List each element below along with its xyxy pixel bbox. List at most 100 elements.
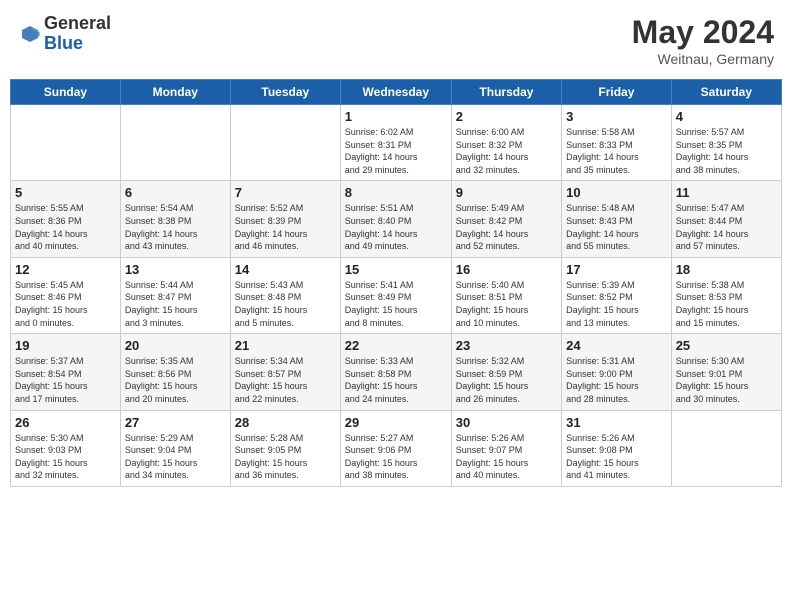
day-info: Sunrise: 5:28 AM Sunset: 9:05 PM Dayligh… <box>235 432 336 482</box>
calendar-cell: 6 Sunrise: 5:54 AM Sunset: 8:38 PM Daylig… <box>120 181 230 257</box>
calendar-cell: 13 Sunrise: 5:44 AM Sunset: 8:47 PM Dayli… <box>120 257 230 333</box>
calendar-cell: 27Sunrise: 5:29 AM Sunset: 9:04 PM Dayli… <box>120 410 230 486</box>
calendar-cell: 1 Sunrise: 6:02 AM Sunset: 8:31 PM Daylig… <box>340 105 451 181</box>
calendar-cell: 31Sunrise: 5:26 AM Sunset: 9:08 PM Dayli… <box>562 410 672 486</box>
calendar-week-5: 26 Sunrise: 5:30 AM Sunset: 9:03 PM Dayli… <box>11 410 782 486</box>
day-info: Sunrise: 5:43 AM Sunset: 8:48 PM Dayligh… <box>235 279 336 329</box>
day-info: Sunrise: 5:34 AM Sunset: 8:57 PM Dayligh… <box>235 355 336 405</box>
day-info: Sunrise: 5:57 AM Sunset: 8:35 PM Dayligh… <box>676 126 777 176</box>
calendar-cell: 15Sunrise: 5:41 AM Sunset: 8:49 PM Dayli… <box>340 257 451 333</box>
day-number: 3 <box>566 109 667 124</box>
day-info: Sunrise: 5:37 AM Sunset: 8:54 PM Dayligh… <box>15 355 116 405</box>
day-info: Sunrise: 5:30 AM Sunset: 9:03 PM Dayligh… <box>15 432 116 482</box>
weekday-header-row: SundayMondayTuesdayWednesdayThursdayFrid… <box>11 80 782 105</box>
calendar-cell: 24Sunrise: 5:31 AM Sunset: 9:00 PM Dayli… <box>562 334 672 410</box>
day-number: 14 <box>235 262 336 277</box>
calendar-title: May 2024 <box>632 14 774 51</box>
day-number: 31 <box>566 415 667 430</box>
day-info: Sunrise: 5:26 AM Sunset: 9:07 PM Dayligh… <box>456 432 557 482</box>
day-info: Sunrise: 5:44 AM Sunset: 8:47 PM Dayligh… <box>125 279 226 329</box>
calendar-cell: 17 Sunrise: 5:39 AM Sunset: 8:52 PM Dayli… <box>562 257 672 333</box>
calendar-week-2: 5 Sunrise: 5:55 AM Sunset: 8:36 PM Daylig… <box>11 181 782 257</box>
calendar-cell: 4 Sunrise: 5:57 AM Sunset: 8:35 PM Daylig… <box>671 105 781 181</box>
weekday-header-saturday: Saturday <box>671 80 781 105</box>
day-number: 25 <box>676 338 777 353</box>
day-info: Sunrise: 5:47 AM Sunset: 8:44 PM Dayligh… <box>676 202 777 252</box>
weekday-header-monday: Monday <box>120 80 230 105</box>
day-number: 1 <box>345 109 447 124</box>
calendar-cell: 21 Sunrise: 5:34 AM Sunset: 8:57 PM Dayli… <box>230 334 340 410</box>
day-number: 10 <box>566 185 667 200</box>
calendar-week-1: 1 Sunrise: 6:02 AM Sunset: 8:31 PM Daylig… <box>11 105 782 181</box>
day-info: Sunrise: 5:35 AM Sunset: 8:56 PM Dayligh… <box>125 355 226 405</box>
day-info: Sunrise: 5:29 AM Sunset: 9:04 PM Dayligh… <box>125 432 226 482</box>
calendar-cell: 30 Sunrise: 5:26 AM Sunset: 9:07 PM Dayli… <box>451 410 561 486</box>
calendar-cell: 7 Sunrise: 5:52 AM Sunset: 8:39 PM Daylig… <box>230 181 340 257</box>
day-number: 17 <box>566 262 667 277</box>
calendar-cell: 11 Sunrise: 5:47 AM Sunset: 8:44 PM Dayli… <box>671 181 781 257</box>
calendar-cell <box>11 105 121 181</box>
calendar-cell: 8 Sunrise: 5:51 AM Sunset: 8:40 PM Daylig… <box>340 181 451 257</box>
day-number: 4 <box>676 109 777 124</box>
day-info: Sunrise: 6:02 AM Sunset: 8:31 PM Dayligh… <box>345 126 447 176</box>
weekday-header-tuesday: Tuesday <box>230 80 340 105</box>
day-info: Sunrise: 5:41 AM Sunset: 8:49 PM Dayligh… <box>345 279 447 329</box>
day-info: Sunrise: 6:00 AM Sunset: 8:32 PM Dayligh… <box>456 126 557 176</box>
day-number: 23 <box>456 338 557 353</box>
calendar-cell: 3 Sunrise: 5:58 AM Sunset: 8:33 PM Daylig… <box>562 105 672 181</box>
day-number: 20 <box>125 338 226 353</box>
calendar-cell: 26 Sunrise: 5:30 AM Sunset: 9:03 PM Dayli… <box>11 410 121 486</box>
day-number: 19 <box>15 338 116 353</box>
day-number: 29 <box>345 415 447 430</box>
day-number: 11 <box>676 185 777 200</box>
page-header: General Blue May 2024 Weitnau, Germany <box>10 10 782 71</box>
day-number: 18 <box>676 262 777 277</box>
calendar-cell: 14 Sunrise: 5:43 AM Sunset: 8:48 PM Dayli… <box>230 257 340 333</box>
day-number: 13 <box>125 262 226 277</box>
day-number: 7 <box>235 185 336 200</box>
day-number: 2 <box>456 109 557 124</box>
day-info: Sunrise: 5:58 AM Sunset: 8:33 PM Dayligh… <box>566 126 667 176</box>
calendar-cell: 22 Sunrise: 5:33 AM Sunset: 8:58 PM Dayli… <box>340 334 451 410</box>
day-number: 21 <box>235 338 336 353</box>
day-number: 22 <box>345 338 447 353</box>
calendar-cell: 10 Sunrise: 5:48 AM Sunset: 8:43 PM Dayli… <box>562 181 672 257</box>
day-number: 6 <box>125 185 226 200</box>
calendar-cell: 25Sunrise: 5:30 AM Sunset: 9:01 PM Dayli… <box>671 334 781 410</box>
title-block: May 2024 Weitnau, Germany <box>632 14 774 67</box>
day-info: Sunrise: 5:52 AM Sunset: 8:39 PM Dayligh… <box>235 202 336 252</box>
day-info: Sunrise: 5:45 AM Sunset: 8:46 PM Dayligh… <box>15 279 116 329</box>
day-info: Sunrise: 5:33 AM Sunset: 8:58 PM Dayligh… <box>345 355 447 405</box>
calendar-cell: 23 Sunrise: 5:32 AM Sunset: 8:59 PM Dayli… <box>451 334 561 410</box>
weekday-header-sunday: Sunday <box>11 80 121 105</box>
day-number: 26 <box>15 415 116 430</box>
day-info: Sunrise: 5:55 AM Sunset: 8:36 PM Dayligh… <box>15 202 116 252</box>
calendar-cell <box>230 105 340 181</box>
day-number: 12 <box>15 262 116 277</box>
day-info: Sunrise: 5:49 AM Sunset: 8:42 PM Dayligh… <box>456 202 557 252</box>
calendar-cell: 16Sunrise: 5:40 AM Sunset: 8:51 PM Dayli… <box>451 257 561 333</box>
weekday-header-friday: Friday <box>562 80 672 105</box>
calendar-cell: 28 Sunrise: 5:28 AM Sunset: 9:05 PM Dayli… <box>230 410 340 486</box>
calendar-cell: 20 Sunrise: 5:35 AM Sunset: 8:56 PM Dayli… <box>120 334 230 410</box>
day-number: 28 <box>235 415 336 430</box>
day-info: Sunrise: 5:40 AM Sunset: 8:51 PM Dayligh… <box>456 279 557 329</box>
day-number: 30 <box>456 415 557 430</box>
day-info: Sunrise: 5:32 AM Sunset: 8:59 PM Dayligh… <box>456 355 557 405</box>
calendar-cell: 9Sunrise: 5:49 AM Sunset: 8:42 PM Daylig… <box>451 181 561 257</box>
day-info: Sunrise: 5:48 AM Sunset: 8:43 PM Dayligh… <box>566 202 667 252</box>
calendar-cell: 18Sunrise: 5:38 AM Sunset: 8:53 PM Dayli… <box>671 257 781 333</box>
day-info: Sunrise: 5:51 AM Sunset: 8:40 PM Dayligh… <box>345 202 447 252</box>
day-number: 5 <box>15 185 116 200</box>
logo-icon <box>18 22 42 46</box>
calendar-week-3: 12 Sunrise: 5:45 AM Sunset: 8:46 PM Dayli… <box>11 257 782 333</box>
day-number: 8 <box>345 185 447 200</box>
weekday-header-wednesday: Wednesday <box>340 80 451 105</box>
calendar-cell: 5 Sunrise: 5:55 AM Sunset: 8:36 PM Daylig… <box>11 181 121 257</box>
logo-blue-text: Blue <box>44 33 83 53</box>
day-info: Sunrise: 5:54 AM Sunset: 8:38 PM Dayligh… <box>125 202 226 252</box>
day-info: Sunrise: 5:31 AM Sunset: 9:00 PM Dayligh… <box>566 355 667 405</box>
calendar-cell: 19 Sunrise: 5:37 AM Sunset: 8:54 PM Dayli… <box>11 334 121 410</box>
calendar-cell: 29Sunrise: 5:27 AM Sunset: 9:06 PM Dayli… <box>340 410 451 486</box>
day-info: Sunrise: 5:39 AM Sunset: 8:52 PM Dayligh… <box>566 279 667 329</box>
